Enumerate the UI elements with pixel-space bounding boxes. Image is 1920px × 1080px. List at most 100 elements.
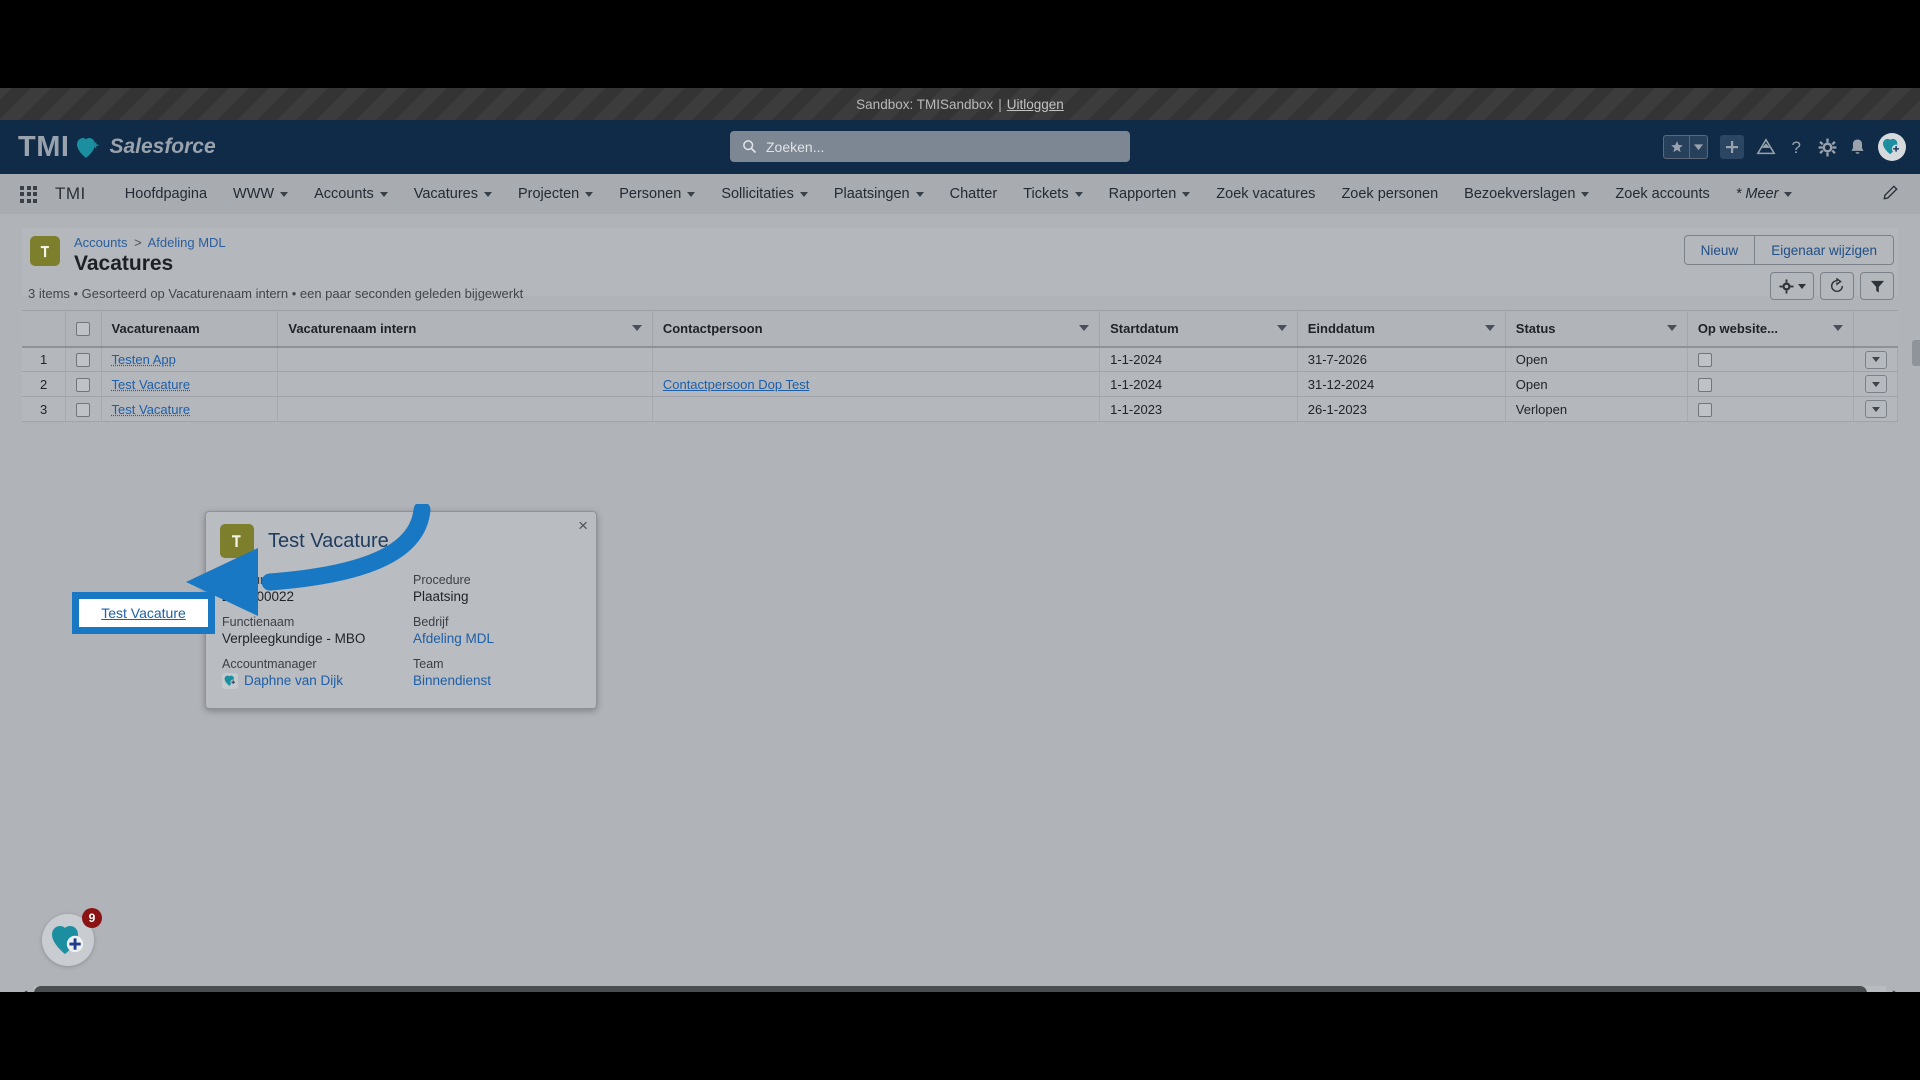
row-actions-cell[interactable] [1853,396,1898,422]
change-owner-button[interactable]: Eigenaar wijzigen [1755,235,1894,265]
row-checkbox[interactable] [76,353,91,368]
chevron-down-icon[interactable] [1079,325,1090,331]
logout-link[interactable]: Uitloggen [1007,97,1064,112]
op-website-checkbox[interactable] [1697,353,1712,368]
nav-item-zoek-personen[interactable]: Zoek personen [1328,174,1451,214]
row-actions-button[interactable] [1864,400,1887,419]
chevron-down-icon[interactable] [631,325,642,331]
field-value-link[interactable]: Daphne van Dijk [244,672,343,690]
table-row[interactable]: 1 Testen App 1-1-2024 31-7-2026 Open [22,346,1898,372]
nav-item-plaatsingen[interactable]: Plaatsingen [821,174,937,214]
chevron-down-icon[interactable] [1833,325,1844,331]
vacature-link[interactable]: Test Vacature [112,402,191,417]
field-value-link[interactable]: Afdeling MDL [413,630,580,648]
nav-item-meer[interactable]: * Meer [1723,174,1806,214]
nav-item-vacatures[interactable]: Vacatures [401,174,505,214]
cell-op-website[interactable] [1687,346,1855,372]
column-header-startdatum[interactable]: Startdatum [1099,310,1298,348]
column-header-einddatum[interactable]: Einddatum [1297,310,1506,348]
cell-vacaturenaam[interactable]: Test Vacature [101,371,279,397]
cell-vacaturenaam[interactable]: Testen App [101,346,279,372]
help-icon[interactable]: ? [1788,137,1806,157]
op-website-checkbox[interactable] [1697,402,1712,417]
right-panel-tab[interactable] [1912,340,1920,366]
nav-item-sollicitaties[interactable]: Sollicitaties [708,174,821,214]
add-icon[interactable] [1720,135,1744,159]
app-launcher-icon[interactable] [20,185,37,203]
help-widget[interactable]: 9 [42,908,102,966]
nav-item-zoek-accounts[interactable]: Zoek accounts [1602,174,1722,214]
chevron-down-icon[interactable] [1276,325,1287,331]
popover-title[interactable]: Test Vacature [268,530,389,553]
contactpersoon-link[interactable]: Contactpersoon Dop Test [663,377,809,392]
field-value-link[interactable]: Binnendienst [413,672,580,690]
heart-plus-icon[interactable]: 9 [42,908,102,966]
favorites-group[interactable] [1663,135,1708,159]
setup-gear-icon[interactable] [1818,138,1837,157]
row-actions-button[interactable] [1864,375,1887,394]
row-actions-cell[interactable] [1853,371,1898,397]
global-search[interactable] [730,131,1130,162]
cell-vacaturenaam[interactable]: Test Vacature [101,396,279,422]
row-checkbox[interactable] [76,377,91,392]
row-checkbox[interactable] [76,402,91,417]
row-select-cell[interactable] [65,346,102,372]
new-button[interactable]: Nieuw [1683,235,1756,265]
row-actions-cell[interactable] [1853,346,1898,372]
chevron-down-icon [483,191,492,197]
list-view-settings-gear-icon[interactable] [1770,272,1814,300]
nav-item-accounts[interactable]: Accounts [301,174,401,214]
sandbox-banner: Sandbox: TMISandbox | Uitloggen [0,88,1920,120]
row-actions-button[interactable] [1864,350,1887,369]
column-header-contactpersoon[interactable]: Contactpersoon [652,310,1101,348]
nav-item-personen[interactable]: Personen [606,174,708,214]
app-logo[interactable]: TMI + Salesforce [18,131,216,164]
help-badge-count: 9 [82,908,102,928]
row-select-cell[interactable] [65,371,102,397]
nav-item-projecten[interactable]: Projecten [505,174,606,214]
row-select-cell[interactable] [65,396,102,422]
nav-item-www[interactable]: WWW [220,174,301,214]
breadcrumb-parent-link[interactable]: Accounts [74,235,127,250]
scrollbar-thumb[interactable] [34,986,1868,992]
favorites-caret-icon[interactable] [1690,136,1707,158]
favorites-star-icon[interactable] [1664,136,1690,158]
user-avatar[interactable] [1878,133,1906,161]
table-row[interactable]: 3 Test Vacature 1-1-2023 26-1-2023 Verlo… [22,396,1898,422]
edit-pencil-icon[interactable] [1883,185,1898,204]
nav-item-tickets[interactable]: Tickets [1010,174,1095,214]
chevron-down-icon[interactable] [1484,325,1495,331]
nav-item-bezoekverslagen[interactable]: Bezoekverslagen [1451,174,1602,214]
breadcrumb-current-link[interactable]: Afdeling MDL [148,235,226,250]
close-icon[interactable]: × [578,517,588,534]
nav-item-hoofdpagina[interactable]: Hoofdpagina [112,174,220,214]
vacature-link[interactable]: Test Vacature [112,377,191,392]
refresh-icon[interactable] [1820,272,1854,300]
nav-item-rapporten[interactable]: Rapporten [1096,174,1204,214]
column-header-status[interactable]: Status [1505,310,1688,348]
chevron-down-icon[interactable] [1666,325,1677,331]
record-stepper-icon[interactable] [406,534,417,548]
filter-icon[interactable] [1860,272,1894,300]
scroll-left-arrow-icon[interactable]: ◂ [18,985,30,992]
table-row[interactable]: 2 Test Vacature Contactpersoon Dop Test [22,371,1898,397]
learning-icon[interactable] [1756,138,1776,156]
op-website-checkbox[interactable] [1697,377,1712,392]
cell-op-website[interactable] [1687,371,1855,397]
nav-item-chatter[interactable]: Chatter [937,174,1011,214]
cell-startdatum: 1-1-2024 [1099,371,1298,397]
search-input[interactable] [730,131,1130,162]
horizontal-scrollbar[interactable]: ◂ ▸ [18,984,1902,992]
select-all-header[interactable] [65,310,102,348]
notifications-bell-icon[interactable] [1849,138,1866,157]
scroll-right-arrow-icon[interactable]: ▸ [1890,985,1902,992]
column-header-op-website[interactable]: Op website... [1687,310,1855,348]
scrollbar-track[interactable] [34,986,1886,992]
cell-op-website[interactable] [1687,396,1855,422]
nav-item-zoek-vacatures[interactable]: Zoek vacatures [1203,174,1328,214]
vacature-link[interactable]: Testen App [112,352,176,367]
select-all-checkbox[interactable] [76,322,91,337]
column-header-vacaturenaam-intern[interactable]: Vacaturenaam intern [277,310,653,348]
highlighted-link-label[interactable]: Test Vacature [101,605,186,621]
column-header-vacaturenaam[interactable]: Vacaturenaam [101,310,279,348]
